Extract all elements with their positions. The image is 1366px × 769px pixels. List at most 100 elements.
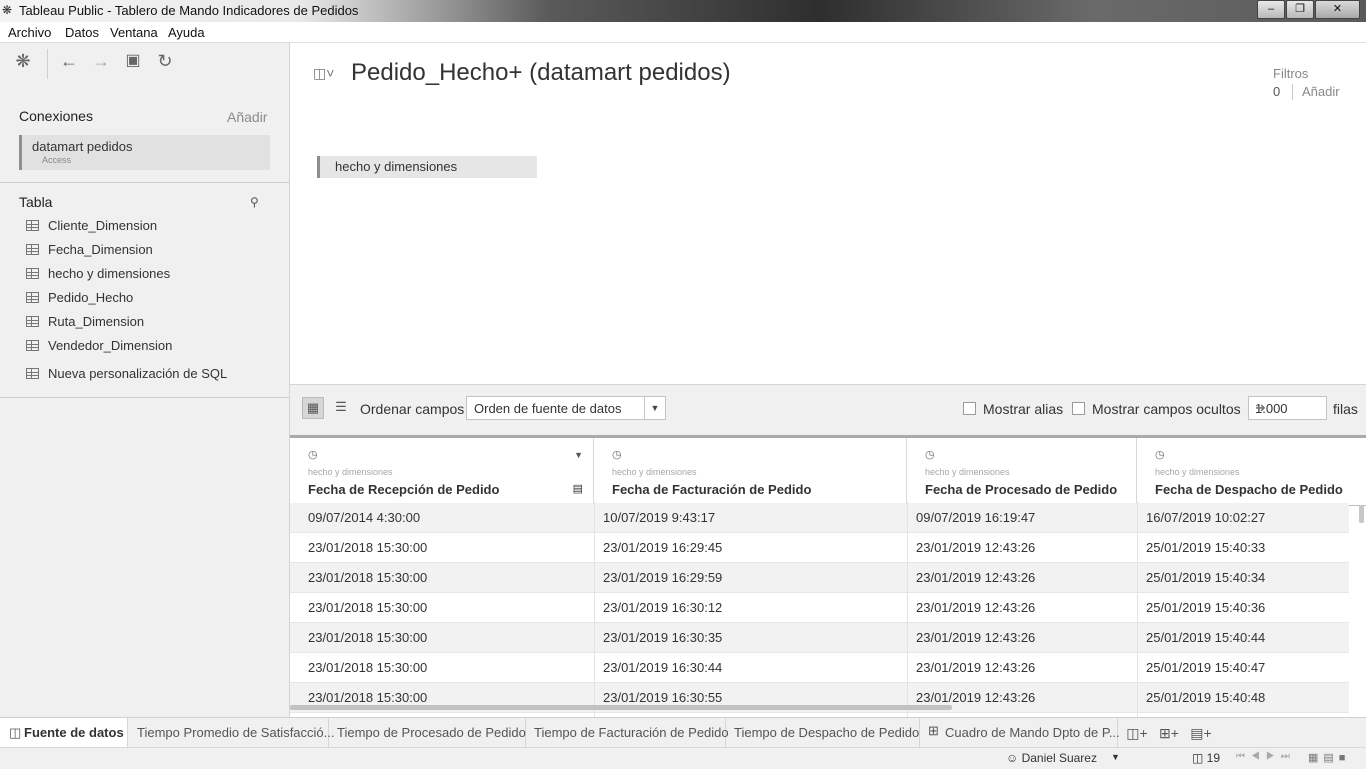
column-header[interactable]: ◷ hecho y dimensiones Fecha de Procesado… [907,438,1137,505]
filters-divider [1292,84,1293,100]
tab-sheet[interactable]: Tiempo de Despacho de Pedido [726,718,920,748]
table-cell: 23/01/2019 12:43:26 [916,570,1036,585]
table-cell: 10/07/2019 9:43:17 [603,510,716,525]
table-row: 23/01/2018 15:30:00 23/01/2019 16:30:12 … [290,593,1349,623]
data-grid: ◷ hecho y dimensiones Fecha de Recepción… [290,435,1366,717]
column-header[interactable]: ◷ hecho y dimensiones Fecha de Recepción… [290,438,594,505]
menu-ayuda[interactable]: Ayuda [168,25,205,40]
list-view-icon[interactable]: ☰ [330,397,352,419]
column-header[interactable]: ◷ hecho y dimensiones Fecha de Facturaci… [594,438,907,505]
table-row: 23/01/2018 15:30:00 23/01/2019 16:29:45 … [290,533,1349,563]
datetime-type-icon[interactable]: ◷ [925,448,935,461]
sort-fields-value: Orden de fuente de datos [474,401,622,416]
column-name: Fecha de Recepción de Pedido [308,482,500,497]
table-cell: 23/01/2018 15:30:00 [308,630,428,645]
table-grid-icon [26,316,39,327]
tab-dashboard[interactable]: ⊞ Cuadro de Mando Dpto de P... [920,718,1120,748]
table-cell: 25/01/2019 15:40:48 [1146,690,1266,705]
left-panel: ❋ ← → ▣ ↻ Conexiones Añadir datamart ped… [0,43,290,717]
datasource-title[interactable]: Pedido_Hecho+ (datamart pedidos) [351,59,731,87]
section-divider [0,397,289,398]
connections-title: Conexiones [19,108,93,124]
section-divider [0,182,289,183]
maximize-button[interactable]: ❐ [1286,0,1314,19]
sheet-nav-arrows-icon[interactable]: ⏮◀▶⏭ [1236,751,1296,762]
show-hidden-fields-label: Mostrar campos ocultos [1092,401,1241,417]
table-cell: 23/01/2018 15:30:00 [308,600,428,615]
add-connection-link[interactable]: Añadir [227,109,267,125]
tab-sheet[interactable]: Tiempo de Procesado de Pedido [329,718,526,748]
join-canvas: ◫˅ Pedido_Hecho+ (datamart pedidos) Filt… [290,43,1366,385]
grid-toolbar: ▦ ☰ Ordenar campos Orden de fuente de da… [290,385,1366,435]
close-button[interactable]: ✕ [1315,0,1360,19]
table-cell: 23/01/2019 12:43:26 [916,690,1036,705]
menu-archivo[interactable]: Archivo [8,25,51,40]
new-sheet-icon[interactable]: ◫+ [1124,723,1150,743]
menu-datos[interactable]: Datos [65,25,99,40]
minimize-button[interactable]: – [1257,0,1285,19]
column-divider [907,502,908,717]
show-hidden-fields-checkbox[interactable] [1072,402,1085,415]
chevron-down-icon: ▼ [644,397,665,419]
user-name: Daniel Suarez [1021,751,1097,765]
column-divider [594,502,595,717]
table-cell: 25/01/2019 15:40:34 [1146,570,1266,585]
tab-sheet[interactable]: Tiempo de Facturación de Pedido [526,718,729,748]
show-alias-label: Mostrar alias [983,401,1064,417]
sheet-count: ◫ 19 [1192,751,1221,765]
table-cell: 23/01/2019 16:29:59 [603,570,723,585]
table-cell: 25/01/2019 15:40:44 [1146,630,1266,645]
start-page-icon[interactable]: ❋ [13,51,33,71]
sort-fields-label: Ordenar campos [360,401,465,417]
rows-label: filas [1333,401,1358,417]
save-icon[interactable]: ▣ [123,51,143,71]
sort-fields-select[interactable]: Orden de fuente de datos ▼ [466,396,666,420]
table-cell: 16/07/2019 10:02:27 [1146,510,1266,525]
canvas-table-name: hecho y dimensiones [335,159,458,174]
menu-ventana[interactable]: Ventana [110,25,158,40]
tab-sheet[interactable]: Tiempo Promedio de Satisfacció... [128,718,335,748]
grid-view-icon[interactable]: ▦ [302,397,324,419]
new-story-icon[interactable]: ▤+ [1188,723,1214,743]
horizontal-scrollbar[interactable] [290,705,952,710]
tab-label: Cuadro de Mando Dpto de P... [945,725,1120,740]
datetime-type-icon[interactable]: ◷ [308,448,318,461]
tab-data-source[interactable]: ◫ Fuente de datos [0,718,128,748]
apply-arrow-icon[interactable]: ➜ [1255,400,1322,416]
table-cell: 23/01/2018 15:30:00 [308,660,428,675]
view-mode-icons[interactable]: ▦▤■ [1308,751,1350,764]
table-cell: 23/01/2019 16:30:35 [603,630,723,645]
table-row: 23/01/2018 15:30:00 23/01/2019 16:30:44 … [290,653,1349,683]
table-cell: 09/07/2019 16:19:47 [916,510,1036,525]
column-name: Fecha de Procesado de Pedido [925,482,1118,497]
user-menu[interactable]: ☺ Daniel Suarez [1006,751,1097,765]
table-section-title: Tabla [19,194,53,210]
table-cell: 23/01/2019 16:30:12 [603,600,723,615]
forward-arrow-icon[interactable]: → [91,51,111,71]
rows-input[interactable]: 1.000 ➜ [1248,396,1327,420]
vertical-scrollbar[interactable] [1359,505,1364,523]
chevron-down-icon[interactable]: ▼ [1111,752,1120,762]
canvas-table-pill[interactable]: hecho y dimensiones [317,156,537,178]
chevron-down-icon[interactable]: ▼ [574,450,583,460]
tableau-logo-icon: ❋ [2,3,13,17]
connection-item[interactable]: datamart pedidos Access [19,135,270,170]
column-name: Fecha de Despacho de Pedido [1155,482,1343,497]
column-header[interactable]: ◷ hecho y dimensiones Fecha de Despacho … [1137,438,1366,505]
refresh-icon[interactable]: ↻ [155,51,175,71]
datetime-type-icon[interactable]: ◷ [1155,448,1165,461]
show-alias-checkbox[interactable] [963,402,976,415]
datetime-type-icon[interactable]: ◷ [612,448,622,461]
column-divider [1137,502,1138,717]
tab-label: Tiempo Promedio de Satisfacció... [137,725,335,740]
status-bar: ☺ Daniel Suarez ▼ ◫ 19 ⏮◀▶⏭ ▦▤■ [0,747,1366,769]
sort-icon[interactable]: ▤ [573,482,583,495]
back-arrow-icon[interactable]: ← [59,51,79,71]
database-icon[interactable]: ◫˅ [313,65,334,82]
sheet-tabs-bar: ◫ Fuente de datos Tiempo Promedio de Sat… [0,717,1366,748]
new-dashboard-icon[interactable]: ⊞+ [1156,723,1182,743]
sheet-count-value: 19 [1206,751,1221,765]
table-search-icon[interactable]: ⚲ [250,195,259,209]
table-cell: 25/01/2019 15:40:36 [1146,600,1266,615]
add-filter-link[interactable]: Añadir [1302,84,1340,99]
